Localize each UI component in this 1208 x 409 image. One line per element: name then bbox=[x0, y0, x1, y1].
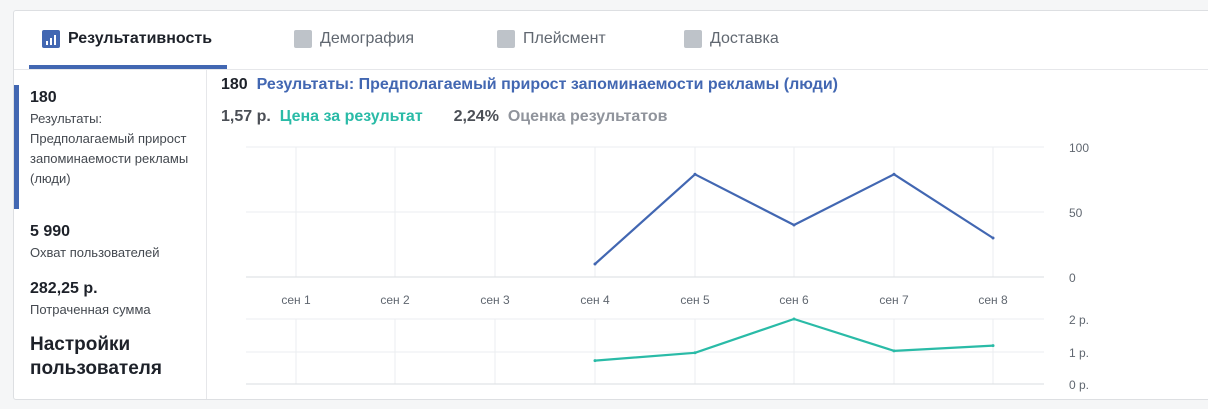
data-point bbox=[693, 351, 697, 355]
x-tick-label: сен 7 bbox=[879, 293, 909, 307]
data-point bbox=[991, 344, 995, 348]
y-tick-label: 0 р. bbox=[1069, 378, 1089, 392]
x-tick-label: сен 8 bbox=[978, 293, 1008, 307]
data-point bbox=[593, 262, 597, 266]
x-tick-label: сен 6 bbox=[779, 293, 809, 307]
insights-panel: Результативность Демография Плейсмент До… bbox=[13, 10, 1208, 400]
y-tick-label: 50 bbox=[1069, 206, 1083, 220]
x-tick-label: сен 2 bbox=[380, 293, 410, 307]
data-point bbox=[892, 349, 896, 353]
data-point bbox=[792, 317, 796, 321]
y-tick-label: 1 р. bbox=[1069, 346, 1089, 360]
x-tick-label: сен 5 bbox=[680, 293, 710, 307]
data-point bbox=[593, 359, 597, 363]
y-tick-label: 2 р. bbox=[1069, 313, 1089, 327]
performance-charts: 100 50 0 сен 1 сен 2 сен 3 сен 4 сен 5 сен 6 сен … bbox=[246, 141, 1089, 392]
x-tick-label: сен 3 bbox=[480, 293, 510, 307]
data-point bbox=[792, 223, 796, 227]
data-point bbox=[892, 172, 896, 176]
y-tick-label: 100 bbox=[1069, 141, 1089, 155]
data-point bbox=[991, 236, 995, 240]
data-point bbox=[693, 172, 697, 176]
x-tick-label: сен 4 bbox=[580, 293, 610, 307]
x-tick-label: сен 1 bbox=[281, 293, 311, 307]
y-tick-label: 0 bbox=[1069, 271, 1076, 285]
